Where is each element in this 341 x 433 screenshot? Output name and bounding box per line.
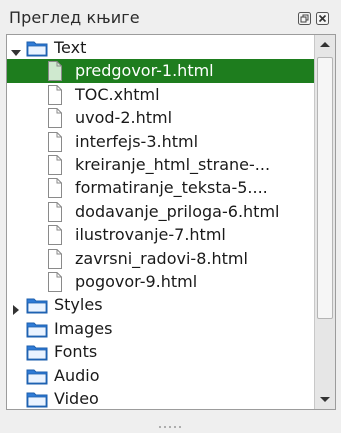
tree-file-row[interactable]: kreiranje_html_strane-... [7, 153, 314, 177]
resize-grip-icon[interactable] [158, 414, 182, 428]
file-icon [47, 272, 63, 296]
tree-item-label: Fonts [54, 342, 98, 362]
tree-item-label: dodavanje_priloga-6.html [75, 201, 280, 221]
folder-icon [26, 390, 48, 409]
file-icon [47, 61, 63, 85]
tree-item-label: ilustrovanje-7.html [75, 225, 226, 245]
tree-rows: Text predgovor-1.html TOC.xhtml uvod-2.html… [7, 35, 314, 409]
tree-item-label: TOC.xhtml [75, 84, 160, 104]
tree-item-label: kreiranje_html_strane-... [75, 155, 271, 174]
tree-file-row[interactable]: predgovor-1.html [7, 59, 314, 85]
folder-icon [26, 343, 48, 365]
file-icon [47, 248, 63, 273]
tree-item-label: interfejs-3.html [75, 131, 199, 151]
tree-item-label: Audio [54, 365, 100, 385]
tree-folder-row[interactable]: Fonts [7, 340, 314, 364]
file-icon [47, 84, 63, 109]
tree-item-label: zavrsni_radovi-8.html [75, 248, 248, 268]
tree-item-label: uvod-2.html [75, 108, 173, 128]
panel-header: Преглед књиге [0, 0, 341, 34]
tree-file-row[interactable]: formatiranje_teksta-5.... [7, 176, 314, 200]
tree-item-label: Text [54, 38, 87, 57]
tree-file-row[interactable]: TOC.xhtml [7, 83, 314, 107]
collapse-arrow-icon[interactable] [11, 43, 21, 56]
tree-folder-row[interactable]: Text [7, 36, 314, 60]
float-window-icon[interactable] [298, 12, 311, 25]
tree-file-row[interactable]: zavrsni_radovi-8.html [7, 247, 314, 271]
tree-folder-row[interactable]: Styles [7, 293, 314, 317]
tree-item-label: pogovor-9.html [75, 272, 198, 291]
file-icon [47, 108, 63, 132]
tree-folder-row[interactable]: Images [7, 317, 314, 341]
tree-file-row[interactable]: interfejs-3.html [7, 130, 314, 154]
close-panel-icon[interactable] [316, 12, 329, 25]
tree-file-row[interactable]: pogovor-9.html [7, 270, 314, 294]
folder-icon [26, 320, 48, 342]
scroll-track[interactable] [317, 57, 333, 387]
scroll-up-button[interactable] [315, 35, 335, 55]
tree-item-label: predgovor-1.html [75, 61, 214, 81]
tree-folder-row[interactable]: Audio [7, 364, 314, 388]
tree-item-label: Video [54, 389, 99, 408]
file-icon [47, 201, 63, 226]
folder-icon [26, 39, 48, 61]
book-browser-tree[interactable]: Text predgovor-1.html TOC.xhtml uvod-2.html… [6, 34, 336, 410]
file-icon [47, 178, 63, 202]
tree-item-label: Styles [54, 295, 103, 315]
tree-file-row[interactable]: ilustrovanje-7.html [7, 223, 314, 247]
vertical-scrollbar[interactable] [314, 35, 335, 409]
tree-item-label: formatiranje_teksta-5.... [75, 178, 268, 198]
tree-item-label: Images [54, 318, 113, 338]
file-icon [47, 155, 63, 179]
file-icon [47, 131, 63, 156]
tree-file-row[interactable]: dodavanje_priloga-6.html [7, 200, 314, 224]
folder-icon [26, 296, 48, 318]
tree-folder-row[interactable]: Video [7, 387, 314, 409]
file-icon [47, 225, 63, 249]
panel-title: Преглед књиге [9, 8, 140, 27]
folder-icon [26, 367, 48, 389]
scroll-down-button[interactable] [315, 389, 335, 409]
scroll-thumb[interactable] [317, 57, 333, 319]
tree-file-row[interactable]: uvod-2.html [7, 106, 314, 130]
expand-arrow-icon[interactable] [11, 300, 21, 316]
